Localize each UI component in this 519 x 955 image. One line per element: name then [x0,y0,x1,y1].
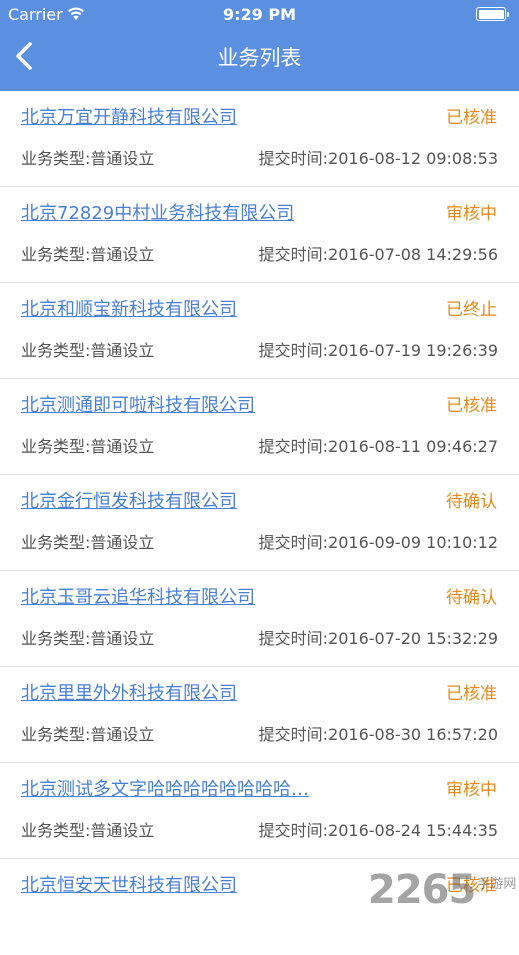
list-item[interactable]: 北京金行恒发科技有限公司 待确认 业务类型:普通设立 提交时间:2016-09-… [0,475,519,571]
page-title: 业务列表 [217,46,302,70]
status-time: 9:29 PM [222,5,296,24]
company-link[interactable]: 北京万宜开静科技有限公司 [21,106,237,130]
watermark-logo: 2265 手游网 [368,862,518,918]
company-link[interactable]: 北京恒安天世科技有限公司 [21,874,237,898]
status-badge: 已核准 [446,108,497,128]
list-item[interactable]: 北京玉哥云追华科技有限公司 待确认 业务类型:普通设立 提交时间:2016-07… [0,571,519,667]
company-link[interactable]: 北京和顺宝新科技有限公司 [21,298,237,322]
company-link[interactable]: 北京测通即可啦科技有限公司 [21,394,255,418]
status-badge: 审核中 [446,780,497,800]
submit-time: 提交时间:2016-07-19 19:26:39 [258,341,498,360]
navigation-header: Carrier 9:29 PM 业务列表 [0,0,519,91]
business-type: 业务类型:普通设立 [21,149,155,168]
business-type: 业务类型:普通设立 [21,245,155,264]
status-bar: Carrier 9:29 PM [0,0,519,30]
submit-time: 提交时间:2016-07-08 14:29:56 [258,245,498,264]
status-badge: 已核准 [446,396,497,416]
status-badge: 待确认 [446,492,497,512]
business-type: 业务类型:普通设立 [21,533,155,552]
company-link[interactable]: 北京测试多文字哈哈哈哈哈哈哈哈… [21,778,309,802]
company-link[interactable]: 北京72829中村业务科技有限公司 [21,202,294,226]
watermark-mark: 2265 [368,867,476,913]
submit-time: 提交时间:2016-07-20 15:32:29 [258,629,498,648]
company-link[interactable]: 北京里里外外科技有限公司 [21,682,237,706]
status-badge: 待确认 [446,588,497,608]
list-item[interactable]: 北京测通即可啦科技有限公司 已核准 业务类型:普通设立 提交时间:2016-08… [0,379,519,475]
status-badge: 已终止 [446,300,497,320]
battery-icon [476,7,509,21]
status-badge: 已核准 [446,684,497,704]
business-type: 业务类型:普通设立 [21,725,155,744]
business-type: 业务类型:普通设立 [21,629,155,648]
submit-time: 提交时间:2016-08-30 16:57:20 [258,725,498,744]
business-type: 业务类型:普通设立 [21,821,155,840]
company-link[interactable]: 北京金行恒发科技有限公司 [21,490,237,514]
list-item[interactable]: 北京里里外外科技有限公司 已核准 业务类型:普通设立 提交时间:2016-08-… [0,667,519,763]
watermark-sub: 手游网 [477,876,517,892]
status-badge: 审核中 [446,204,497,224]
submit-time: 提交时间:2016-08-11 09:46:27 [258,437,498,456]
list-item[interactable]: 北京和顺宝新科技有限公司 已终止 业务类型:普通设立 提交时间:2016-07-… [0,283,519,379]
list-item[interactable]: 北京测试多文字哈哈哈哈哈哈哈哈… 审核中 业务类型:普通设立 提交时间:2016… [0,763,519,859]
submit-time: 提交时间:2016-08-24 15:44:35 [258,821,498,840]
list-item[interactable]: 北京72829中村业务科技有限公司 审核中 业务类型:普通设立 提交时间:201… [0,187,519,283]
business-type: 业务类型:普通设立 [21,341,155,360]
business-list: 北京万宜开静科技有限公司 已核准 业务类型:普通设立 提交时间:2016-08-… [0,91,519,955]
submit-time: 提交时间:2016-08-12 09:08:53 [258,149,498,168]
company-link[interactable]: 北京玉哥云追华科技有限公司 [21,586,255,610]
submit-time: 提交时间:2016-09-09 10:10:12 [258,533,498,552]
list-item[interactable]: 北京万宜开静科技有限公司 已核准 业务类型:普通设立 提交时间:2016-08-… [0,91,519,187]
business-type: 业务类型:普通设立 [21,437,155,456]
